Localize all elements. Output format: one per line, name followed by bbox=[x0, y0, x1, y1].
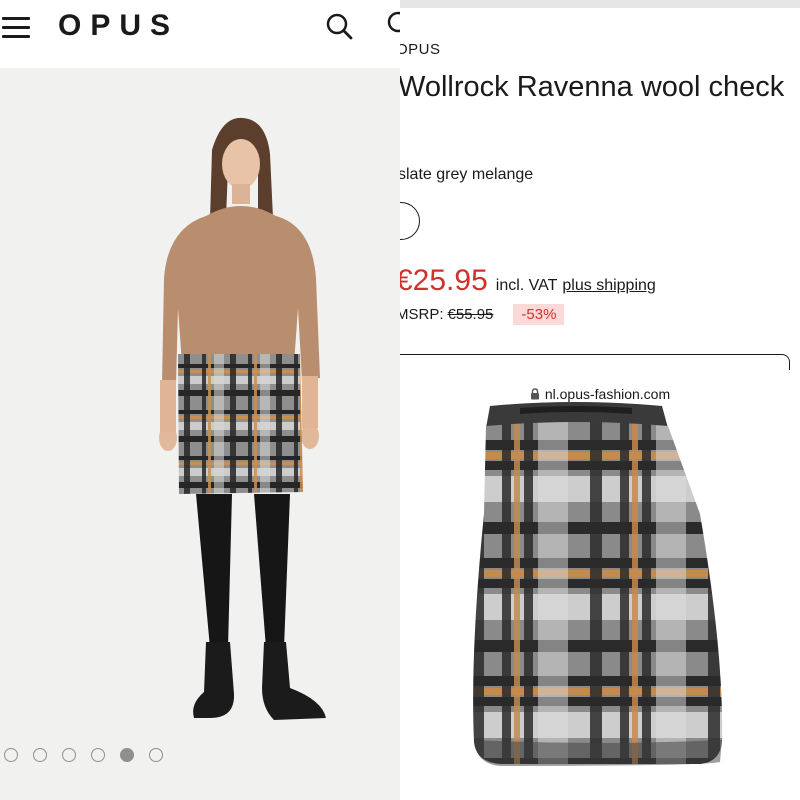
shipping-link[interactable]: plus shipping bbox=[562, 277, 655, 295]
price-row: €25.95 incl. VAT plus shipping bbox=[400, 264, 656, 298]
hamburger-menu-icon[interactable] bbox=[2, 16, 32, 40]
old-price: €55.95 bbox=[447, 306, 494, 323]
search-icon[interactable] bbox=[325, 12, 355, 42]
sale-price: €25.95 bbox=[400, 264, 488, 297]
opus-logo[interactable]: OPUS bbox=[58, 9, 179, 43]
search-icon-partial bbox=[386, 10, 400, 38]
product-brand[interactable]: OPUS bbox=[400, 41, 441, 58]
product-title: Wollrock Ravenna wool check bbox=[400, 71, 785, 103]
gallery-dot[interactable] bbox=[149, 748, 163, 762]
msrp-label: MSRP: bbox=[400, 306, 444, 323]
discount-badge: -53% bbox=[513, 304, 565, 325]
skirt-product-photo[interactable] bbox=[400, 394, 800, 800]
gallery-dot[interactable] bbox=[33, 748, 47, 762]
gallery-dot-active[interactable] bbox=[120, 748, 134, 762]
model-photo[interactable] bbox=[0, 68, 400, 800]
gallery-dot[interactable] bbox=[62, 748, 76, 762]
top-navigation-bar: OPUS bbox=[0, 0, 400, 68]
color-swatch[interactable] bbox=[400, 202, 420, 240]
vat-label: incl. VAT bbox=[495, 277, 558, 294]
size-select-button[interactable] bbox=[400, 354, 790, 370]
gallery-pagination bbox=[4, 748, 163, 762]
msrp-row: MSRP: €55.95 -53% bbox=[400, 304, 565, 325]
product-gallery-screen: OPUS bbox=[0, 0, 400, 800]
status-strip bbox=[400, 0, 800, 8]
gallery-dot[interactable] bbox=[91, 748, 105, 762]
product-details-screen: OPUS Wollrock Ravenna wool check slate g… bbox=[400, 0, 800, 370]
gallery-dot[interactable] bbox=[4, 748, 18, 762]
product-photo-screen: nl.opus-fashion.com bbox=[400, 370, 800, 800]
color-name: slate grey melange bbox=[400, 166, 534, 183]
